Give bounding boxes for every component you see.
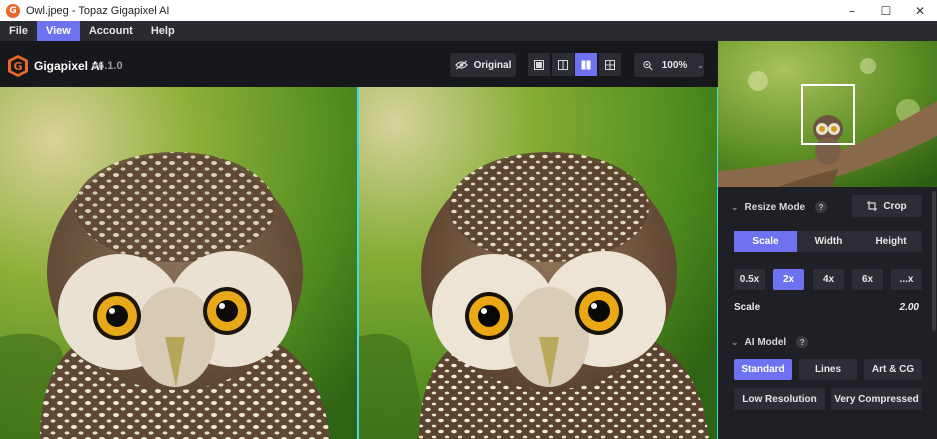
menu-account[interactable]: Account <box>80 21 142 41</box>
menu-view[interactable]: View <box>36 21 80 41</box>
app-window: G Owl.jpeg - Topaz Gigapixel AI – ☐ ✕ Fi… <box>0 0 937 439</box>
model-very-compressed-button[interactable]: Very Compressed <box>831 388 922 410</box>
chevron-down-icon: ⌄ <box>731 336 739 347</box>
panel-scrollbar[interactable] <box>932 191 936 331</box>
view-split-button[interactable] <box>552 53 574 76</box>
minimize-button[interactable]: – <box>835 0 869 21</box>
help-icon[interactable]: ? <box>815 201 828 213</box>
resize-mode-title: Resize Mode <box>744 201 806 213</box>
eye-off-icon <box>454 60 468 70</box>
model-standard-button[interactable]: Standard <box>734 359 792 380</box>
chevron-down-icon: ⌄ <box>731 201 739 212</box>
view-grid-button[interactable] <box>599 53 621 76</box>
preset-2x-button[interactable]: 2x <box>773 269 804 290</box>
tab-width[interactable]: Width <box>797 231 860 252</box>
model-lines-button[interactable]: Lines <box>799 359 857 380</box>
toolbar: G Gigapixel AI v6.1.0 Original 100% ⌄ <box>0 41 717 87</box>
next-section-header[interactable] <box>718 431 937 439</box>
crop-label: Crop <box>883 200 907 212</box>
view-side-by-side-button[interactable] <box>575 53 597 76</box>
maximize-button[interactable]: ☐ <box>869 0 903 21</box>
original-toggle-button[interactable]: Original <box>450 53 516 77</box>
navigator-thumbnail[interactable] <box>718 41 937 187</box>
grid-view-icon <box>605 59 615 70</box>
resize-mode-header[interactable]: ⌄ Resize Mode ? <box>731 201 828 213</box>
app-version: v6.1.0 <box>92 60 123 72</box>
crop-icon <box>867 201 878 211</box>
tab-height[interactable]: Height <box>860 231 922 252</box>
window-controls: – ☐ ✕ <box>835 0 937 21</box>
ai-model-title: AI Model <box>744 336 787 348</box>
window-title: Owl.jpeg - Topaz Gigapixel AI <box>26 4 170 17</box>
view-single-button[interactable] <box>528 53 550 76</box>
owl-upscaled-image <box>359 87 717 439</box>
settings-panel: ⌄ Resize Mode ? Crop Scale Width Height … <box>718 41 937 439</box>
navigator-viewport-frame[interactable] <box>801 84 855 145</box>
tab-scale[interactable]: Scale <box>734 231 797 252</box>
zoom-dropdown[interactable]: 100% ⌄ <box>634 53 704 77</box>
single-view-icon <box>534 59 544 70</box>
scale-label: Scale <box>734 302 761 313</box>
help-icon[interactable]: ? <box>796 336 809 348</box>
title-bar: G Owl.jpeg - Topaz Gigapixel AI – ☐ ✕ <box>0 0 937 21</box>
zoom-in-icon <box>643 60 653 70</box>
menu-bar: File View Account Help <box>0 21 937 41</box>
upscaled-preview-pane[interactable] <box>359 87 717 439</box>
chevron-down-icon: ⌄ <box>697 60 704 70</box>
ai-model-header[interactable]: ⌄ AI Model ? <box>731 336 809 348</box>
model-low-resolution-button[interactable]: Low Resolution <box>734 388 825 410</box>
scale-value[interactable]: 2.00 <box>900 302 919 313</box>
preset-custom-button[interactable]: ...x <box>891 269 922 290</box>
split-view-icon <box>558 59 568 70</box>
menu-file[interactable]: File <box>0 21 37 41</box>
owl-original-image <box>0 87 357 439</box>
preset-6x-button[interactable]: 6x <box>852 269 883 290</box>
topaz-logo-icon: G <box>6 3 20 18</box>
original-preview-pane[interactable] <box>0 87 357 439</box>
crop-button[interactable]: Crop <box>852 195 922 217</box>
preset-0-5x-button[interactable]: 0.5x <box>734 269 765 290</box>
menu-help[interactable]: Help <box>142 21 184 41</box>
model-art-cg-button[interactable]: Art & CG <box>864 359 922 380</box>
close-button[interactable]: ✕ <box>903 0 937 21</box>
gigapixel-logo-icon: G <box>8 55 28 77</box>
preset-4x-button[interactable]: 4x <box>813 269 844 290</box>
svg-text:G: G <box>13 60 22 73</box>
side-by-side-view-icon <box>581 60 591 69</box>
zoom-level: 100% <box>661 59 688 71</box>
original-label: Original <box>473 59 512 71</box>
